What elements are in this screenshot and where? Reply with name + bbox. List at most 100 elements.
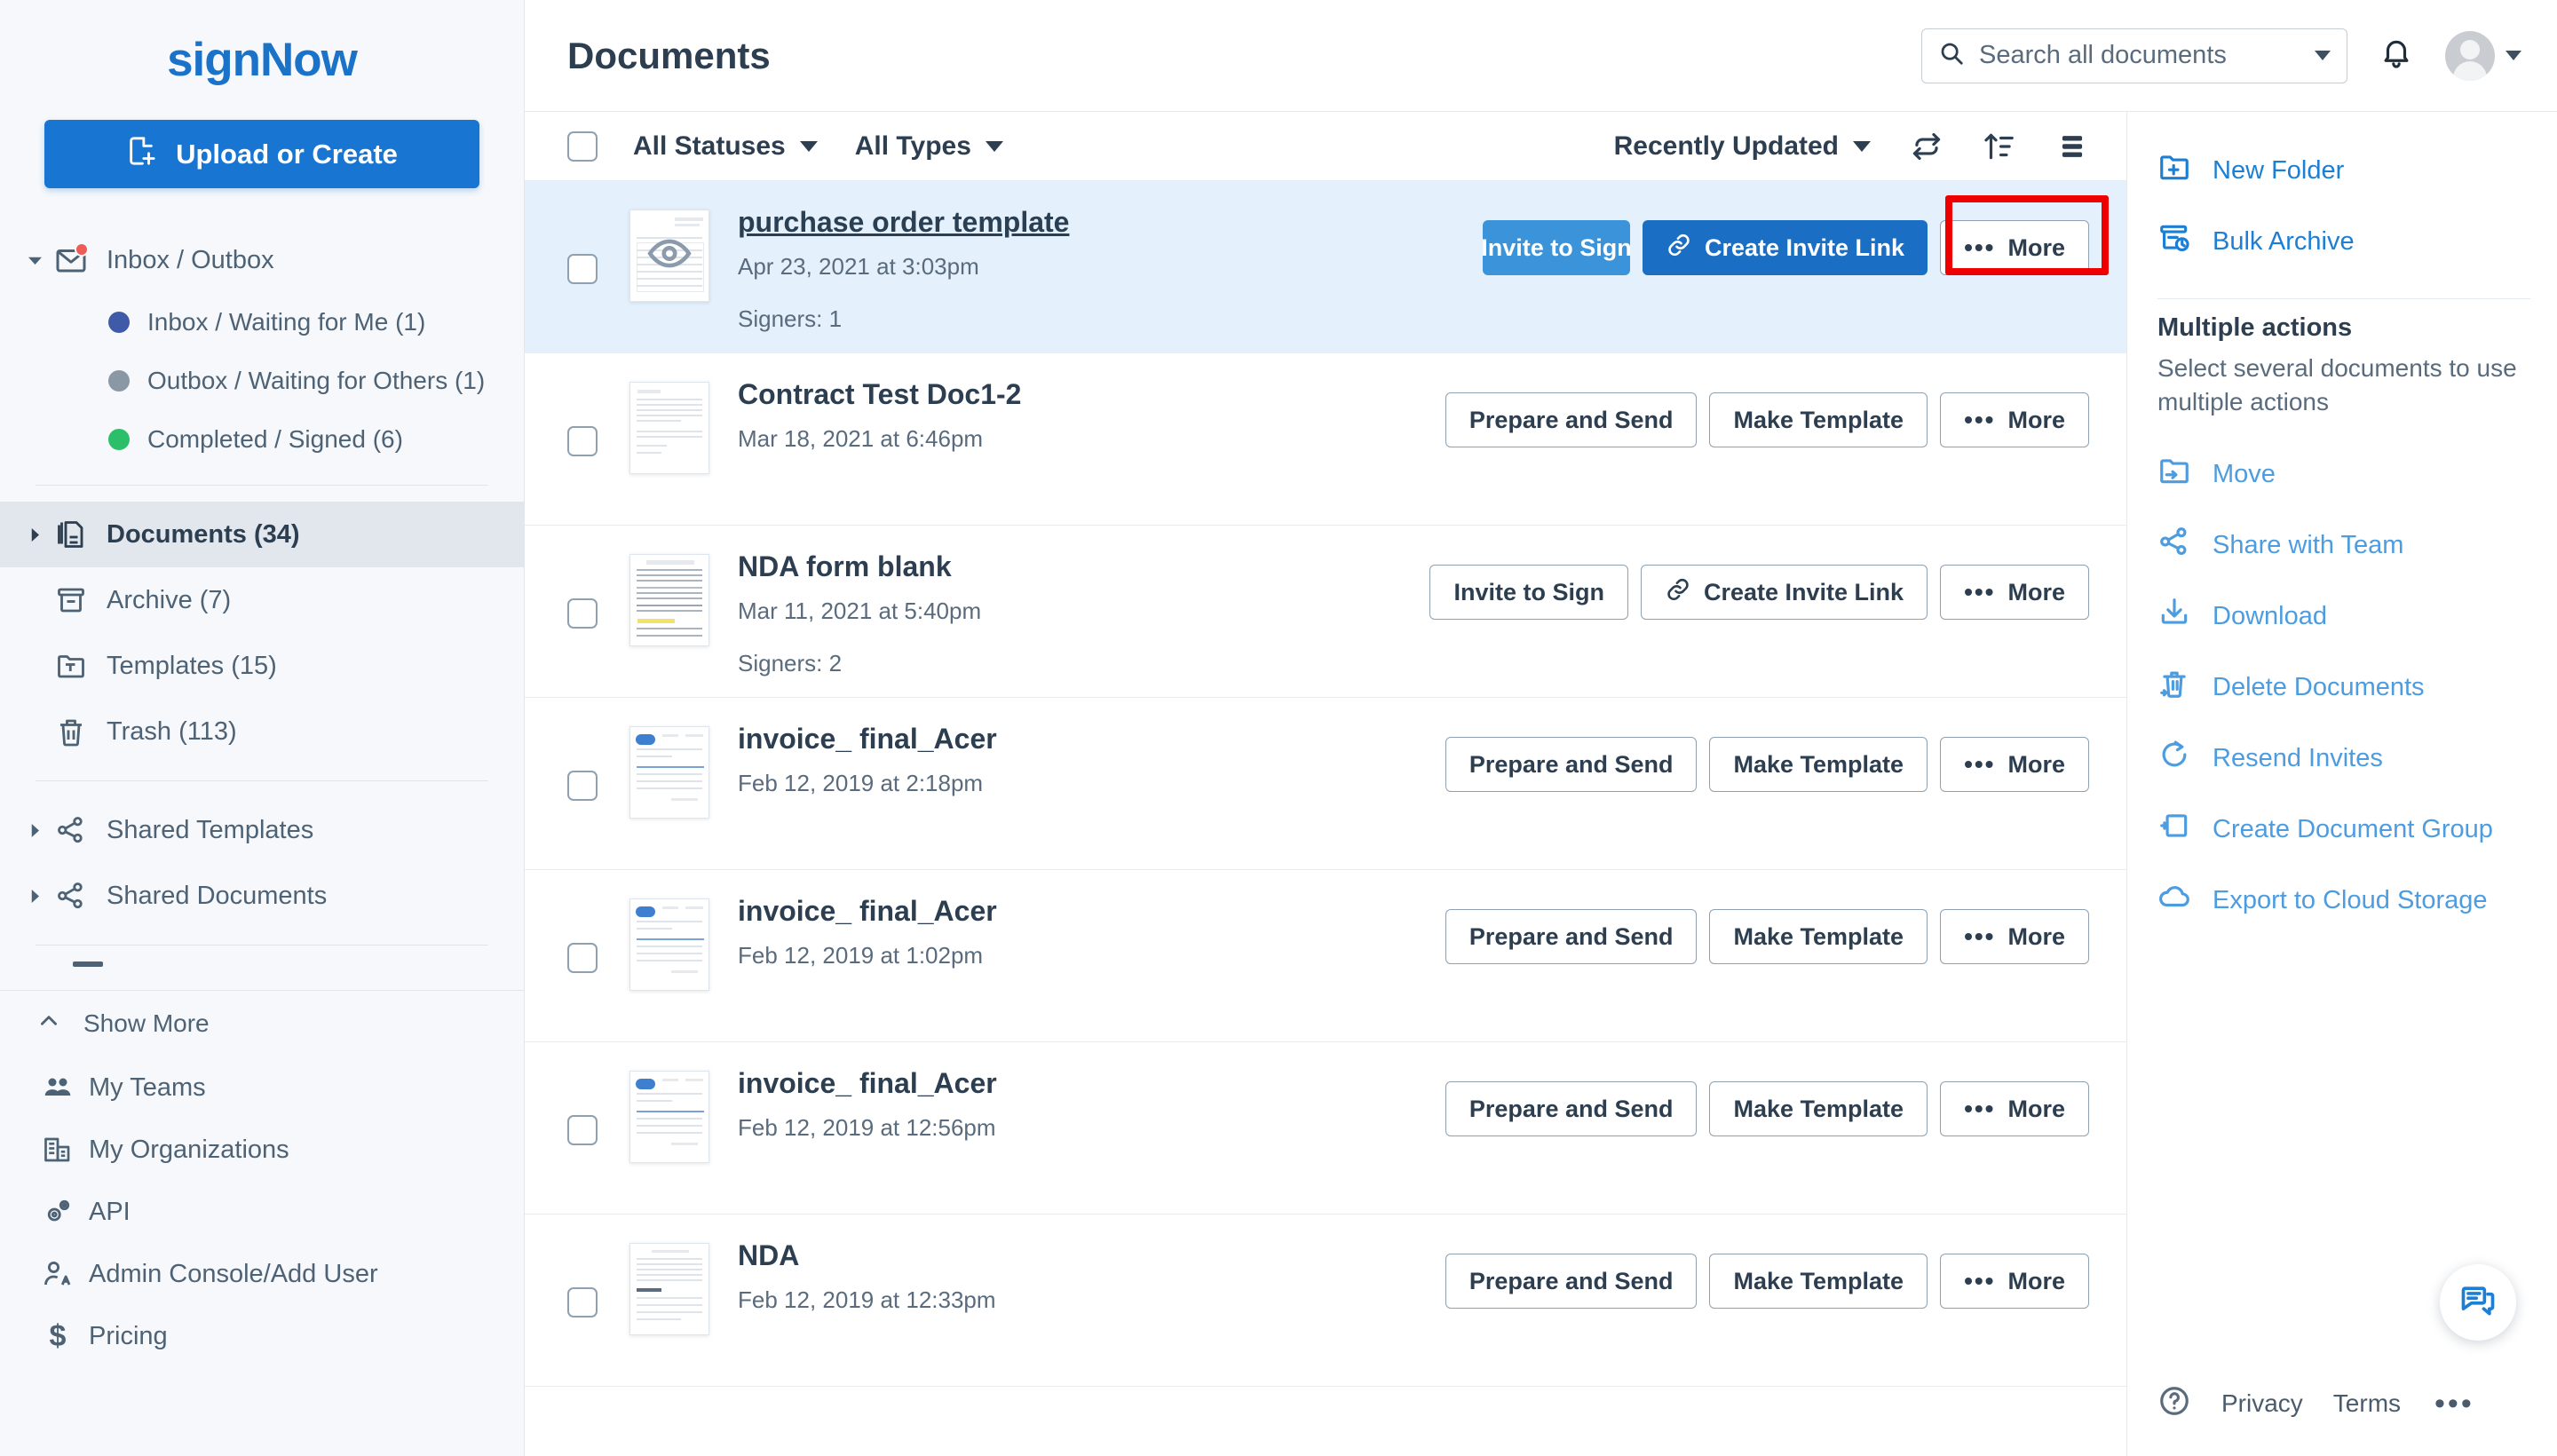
row-checkbox[interactable]: [567, 254, 598, 284]
sidebar-item-my-teams[interactable]: My Teams: [0, 1056, 524, 1119]
document-name[interactable]: invoice_ final_Acer: [738, 1067, 997, 1100]
table-row[interactable]: invoice_ final_Acer Feb 12, 2019 at 1:02…: [525, 870, 2126, 1042]
row-checkbox[interactable]: [567, 943, 598, 973]
create-document-group-action[interactable]: Create Document Group: [2127, 794, 2557, 865]
contract-thumbnail[interactable]: [629, 382, 709, 474]
delete-documents-action[interactable]: Delete Documents: [2127, 652, 2557, 723]
bulk-archive-button[interactable]: Bulk Archive: [2127, 206, 2557, 277]
sidebar-item-documents[interactable]: Documents (34): [0, 502, 524, 567]
make-template-button[interactable]: Make Template: [1709, 1254, 1928, 1309]
chevron-up-icon: [37, 1009, 83, 1039]
list-density-icon[interactable]: [2055, 130, 2089, 163]
terms-link[interactable]: Terms: [2333, 1389, 2401, 1418]
refresh-icon[interactable]: [1910, 130, 1943, 163]
document-name[interactable]: NDA: [738, 1239, 799, 1272]
invoice-thumbnail[interactable]: [629, 1071, 709, 1163]
documents-icon: [46, 518, 96, 550]
invoice-thumbnail[interactable]: [629, 726, 709, 819]
table-row[interactable]: invoice_ final_Acer Feb 12, 2019 at 12:5…: [525, 1042, 2126, 1215]
invite-to-sign-button[interactable]: Invite to Sign: [1429, 565, 1628, 620]
document-name[interactable]: Contract Test Doc1-2: [738, 378, 1021, 411]
sort-ascending-icon[interactable]: [1983, 130, 2016, 163]
export-to-cloud-storage-action[interactable]: Export to Cloud Storage: [2127, 865, 2557, 936]
button-label: More: [2007, 1267, 2065, 1294]
share-icon: [46, 880, 96, 912]
sidebar-item-inbox-waiting-for-me[interactable]: Inbox / Waiting for Me (1): [0, 293, 524, 352]
sidebar-item-templates[interactable]: Templates (15): [0, 633, 524, 699]
help-circle-icon[interactable]: [2157, 1384, 2191, 1422]
privacy-link[interactable]: Privacy: [2221, 1389, 2303, 1418]
more-button[interactable]: ••• More: [1940, 1254, 2089, 1309]
more-button[interactable]: ••• More: [1940, 737, 2089, 792]
status-dot-completed: [108, 429, 130, 450]
chat-support-button[interactable]: [2440, 1264, 2516, 1341]
purchase-order-thumbnail[interactable]: [629, 210, 709, 302]
download-action[interactable]: Download: [2127, 581, 2557, 652]
make-template-button[interactable]: Make Template: [1709, 392, 1928, 447]
document-info: invoice_ final_Acer Feb 12, 2019 at 12:5…: [738, 1062, 1445, 1142]
sidebar-item-outbox-waiting-for-others[interactable]: Outbox / Waiting for Others (1): [0, 352, 524, 410]
notifications-bell-icon[interactable]: [2379, 36, 2413, 75]
sidebar-item-pricing[interactable]: $ Pricing: [0, 1305, 524, 1367]
row-checkbox[interactable]: [567, 598, 598, 629]
row-checkbox[interactable]: [567, 426, 598, 456]
invoice-thumbnail[interactable]: [629, 898, 709, 991]
search-input[interactable]: Search all documents: [1921, 28, 2347, 83]
make-template-button[interactable]: Make Template: [1709, 737, 1928, 792]
sidebar-item-my-organizations[interactable]: My Organizations: [0, 1119, 524, 1181]
user-menu[interactable]: [2445, 30, 2521, 81]
new-folder-button[interactable]: New Folder: [2127, 135, 2557, 206]
sidebar-item-admin-console[interactable]: Admin Console/Add User: [0, 1243, 524, 1305]
document-name[interactable]: NDA form blank: [738, 550, 952, 583]
prepare-and-send-button[interactable]: Prepare and Send: [1445, 909, 1698, 964]
upload-or-create-button[interactable]: Upload or Create: [44, 120, 479, 188]
type-filter-dropdown[interactable]: All Types: [855, 131, 1003, 162]
document-signers: Signers: 1: [738, 305, 843, 332]
make-template-button[interactable]: Make Template: [1709, 909, 1928, 964]
move-action[interactable]: Move: [2127, 439, 2557, 510]
logo[interactable]: signNow: [0, 0, 524, 120]
table-row[interactable]: NDA Feb 12, 2019 at 12:33pm Prepare and …: [525, 1215, 2126, 1387]
dots-icon: •••: [1964, 406, 1996, 433]
table-row[interactable]: NDA form blank Mar 11, 2021 at 5:40pm Si…: [525, 526, 2126, 698]
prepare-and-send-button[interactable]: Prepare and Send: [1445, 1081, 1698, 1136]
more-button[interactable]: ••• More: [1940, 392, 2089, 447]
sidebar-item-shared-templates[interactable]: Shared Templates: [0, 797, 524, 863]
sidebar-item-trash[interactable]: Trash (113): [0, 699, 524, 764]
chevron-down-icon[interactable]: [2315, 51, 2331, 60]
create-invite-link-button[interactable]: Create Invite Link: [1640, 565, 1928, 620]
sidebar-item-inbox-outbox[interactable]: Inbox / Outbox: [0, 227, 524, 293]
more-button[interactable]: ••• More: [1940, 909, 2089, 964]
sidebar-item-shared-documents[interactable]: Shared Documents: [0, 863, 524, 929]
document-name[interactable]: invoice_ final_Acer: [738, 723, 997, 756]
invite-to-sign-button[interactable]: Invite to Sign: [1481, 220, 1632, 275]
prepare-and-send-button[interactable]: Prepare and Send: [1445, 737, 1698, 792]
table-row[interactable]: purchase order template Apr 23, 2021 at …: [525, 181, 2126, 353]
more-button[interactable]: ••• More: [1940, 565, 2089, 620]
row-checkbox[interactable]: [567, 771, 598, 801]
select-all-checkbox[interactable]: [567, 131, 598, 162]
table-row[interactable]: invoice_ final_Acer Feb 12, 2019 at 2:18…: [525, 698, 2126, 870]
prepare-and-send-button[interactable]: Prepare and Send: [1445, 392, 1698, 447]
nda-form-thumbnail[interactable]: [629, 554, 709, 646]
sidebar-item-completed-signed[interactable]: Completed / Signed (6): [0, 410, 524, 469]
more-button[interactable]: ••• More: [1940, 1081, 2089, 1136]
sidebar-item-api[interactable]: API: [0, 1181, 524, 1243]
show-more-button[interactable]: Show More: [0, 991, 524, 1056]
footer-more-button[interactable]: •••: [2434, 1389, 2474, 1419]
prepare-and-send-button[interactable]: Prepare and Send: [1445, 1254, 1698, 1309]
resend-invites-action[interactable]: Resend Invites: [2127, 723, 2557, 794]
row-checkbox[interactable]: [567, 1115, 598, 1145]
make-template-button[interactable]: Make Template: [1709, 1081, 1928, 1136]
share-with-team-action[interactable]: Share with Team: [2127, 510, 2557, 581]
nda-thumbnail[interactable]: [629, 1243, 709, 1335]
table-row[interactable]: Contract Test Doc1-2 Mar 18, 2021 at 6:4…: [525, 353, 2126, 526]
more-button[interactable]: ••• More: [1940, 220, 2089, 275]
create-invite-link-button[interactable]: Create Invite Link: [1642, 220, 1928, 275]
document-name[interactable]: purchase order template: [738, 206, 1069, 239]
sort-dropdown[interactable]: Recently Updated: [1614, 131, 1871, 162]
row-checkbox[interactable]: [567, 1287, 598, 1318]
sidebar-item-archive[interactable]: Archive (7): [0, 567, 524, 633]
document-name[interactable]: invoice_ final_Acer: [738, 895, 997, 928]
status-filter-dropdown[interactable]: All Statuses: [633, 131, 818, 162]
